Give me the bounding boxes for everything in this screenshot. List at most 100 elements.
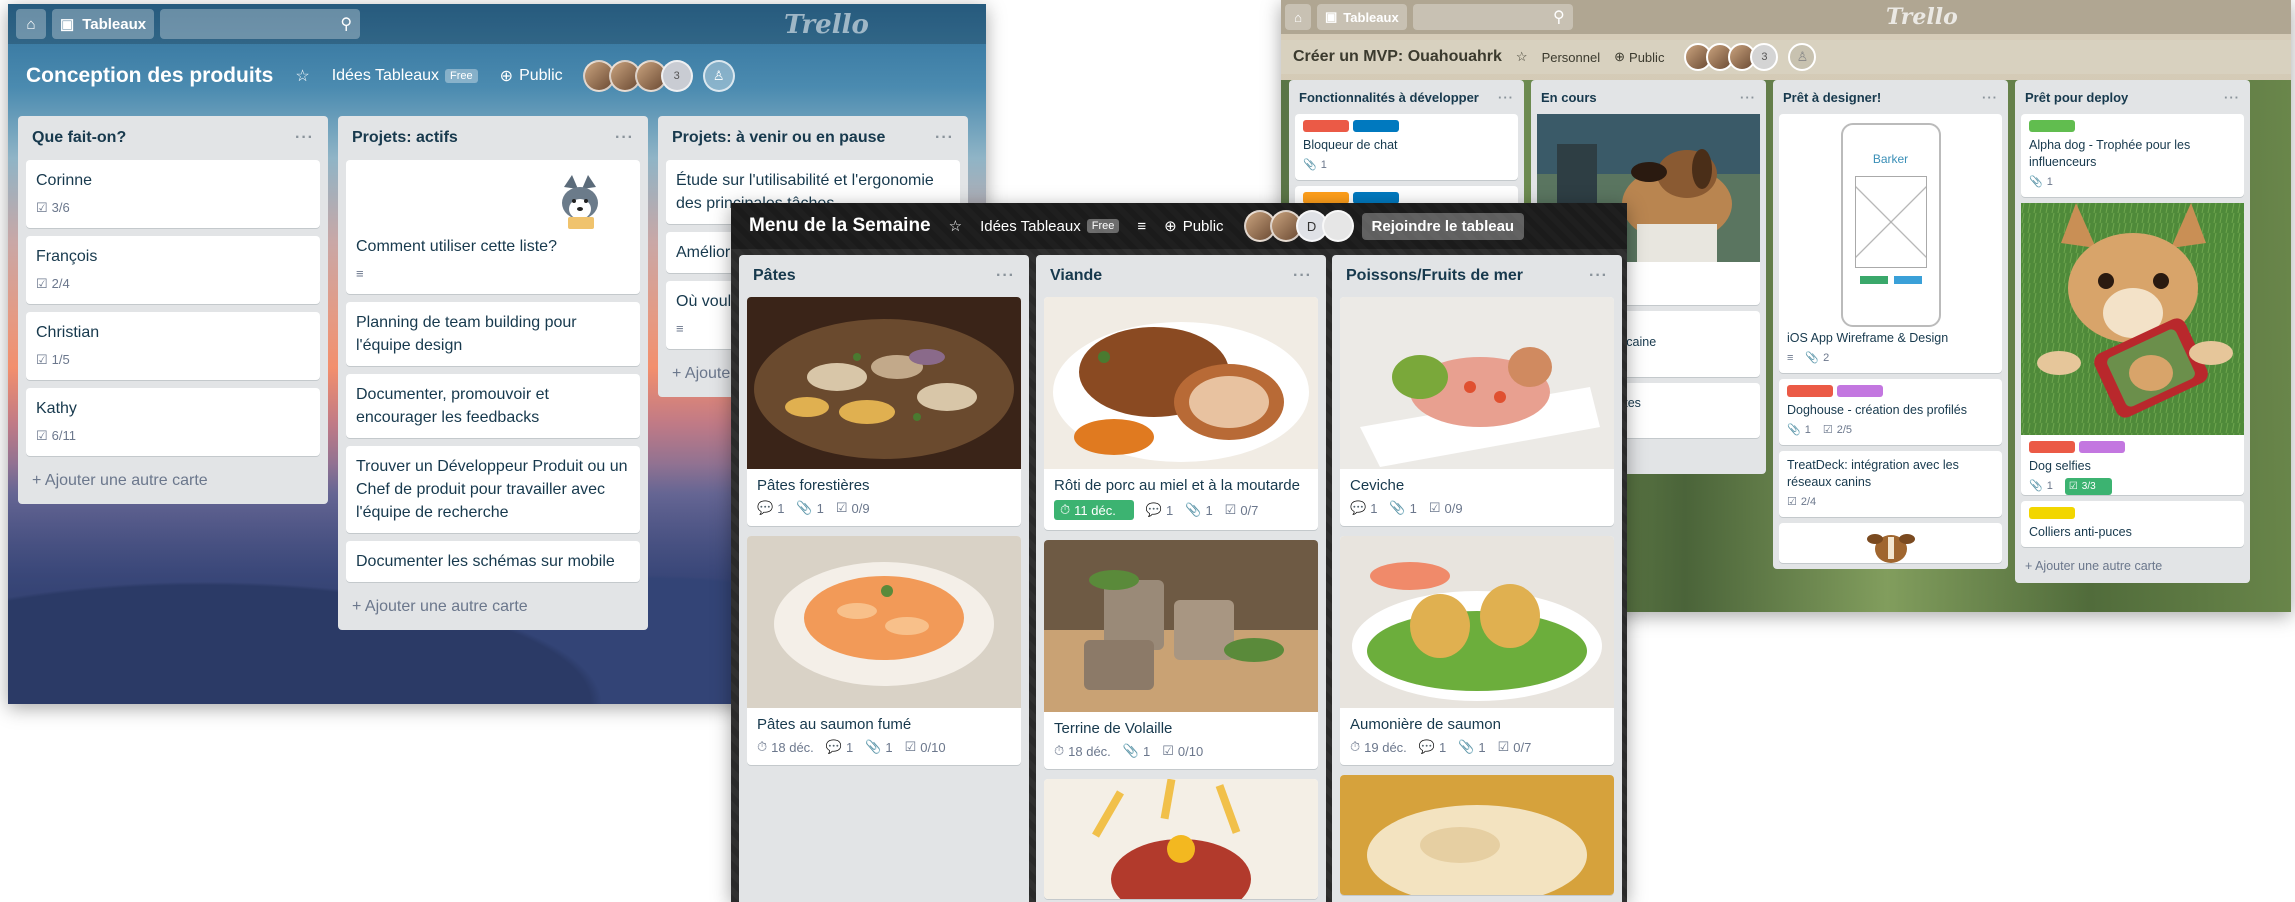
list-title[interactable]: Pâtes: [753, 267, 796, 285]
search-input[interactable]: ⚲: [160, 9, 361, 39]
team-button[interactable]: Idées Tableaux Free: [332, 67, 478, 85]
more-icon[interactable]: ···: [1589, 267, 1608, 285]
more-icon[interactable]: ···: [295, 129, 314, 147]
card[interactable]: Terrine de Volaille ⏱ 18 déc. 📎 1 ☑ 0/10: [1044, 540, 1318, 769]
more-icon[interactable]: ···: [1982, 90, 1998, 105]
list-title[interactable]: Viande: [1050, 267, 1102, 285]
card[interactable]: Documenter, promouvoir et encourager les…: [346, 374, 640, 438]
list-title[interactable]: Projets: actifs: [352, 129, 458, 147]
search-icon[interactable]: ⚲: [1553, 7, 1565, 27]
card[interactable]: Planning de team building pour l'équipe …: [346, 302, 640, 366]
card-title: Terrine de Volaille: [1054, 720, 1173, 737]
card-title: Kathy: [36, 400, 77, 417]
attachment-icon: 📎: [865, 739, 882, 754]
card[interactable]: Comment utiliser cette liste? ≡: [346, 160, 640, 294]
visibility-button[interactable]: ⊕ Public: [1614, 49, 1664, 65]
more-icon[interactable]: ···: [935, 129, 954, 147]
attachment-icon: 📎: [2029, 480, 2043, 492]
attachment-icon: 📎: [1389, 500, 1406, 515]
list-title[interactable]: Projets: à venir ou en pause: [672, 129, 885, 147]
card[interactable]: Bloqueur de chat 📎 1: [1295, 114, 1518, 180]
home-icon[interactable]: ⌂: [16, 9, 46, 39]
card[interactable]: Rôti de porc au miel et à la moutarde ⏱ 1…: [1044, 297, 1318, 530]
comment-count: 1: [1166, 502, 1174, 518]
boards-button[interactable]: ▣ Tableaux: [52, 9, 155, 39]
card[interactable]: [1044, 779, 1318, 899]
more-icon[interactable]: ···: [1498, 90, 1514, 105]
card[interactable]: Alpha dog - Trophée pour les influenceur…: [2021, 114, 2244, 197]
menu-icon[interactable]: ≡: [1137, 218, 1146, 235]
avatar[interactable]: [1321, 210, 1354, 242]
add-member-icon[interactable]: ♙: [702, 60, 735, 92]
list-title[interactable]: Que fait-on?: [32, 129, 126, 147]
card[interactable]: Aumonière de saumon ⏱ 19 déc. 💬 1 📎 1 ☑ 0/7: [1340, 536, 1614, 765]
checklist-complete-badge: ☑ 3/3: [2064, 478, 2112, 495]
more-icon[interactable]: ···: [1740, 90, 1756, 105]
member-avatars: 3 ♙: [582, 60, 735, 92]
member-count-badge[interactable]: 3: [660, 60, 693, 92]
attachment-icon: 📎: [1122, 743, 1139, 758]
card[interactable]: Doghouse - création des profilés 📎 1 ☑ 2/5: [1779, 379, 2002, 445]
board-title[interactable]: Conception des produits: [26, 64, 273, 88]
boards-button[interactable]: ▣ Tableaux: [1317, 4, 1407, 30]
card[interactable]: [1779, 523, 2002, 563]
join-board-button[interactable]: Rejoindre le tableau: [1361, 212, 1525, 240]
card[interactable]: Corinne ☑ 3/6: [26, 160, 320, 228]
checklist-count: 0/10: [920, 739, 946, 755]
list-title[interactable]: En cours: [1541, 90, 1597, 105]
card[interactable]: Pâtes forestières 💬 1 📎 1 ☑ 0/9: [747, 297, 1021, 526]
board-title[interactable]: Créer un MVP: Ouahouahrk: [1293, 48, 1502, 66]
card[interactable]: François ☑ 2/4: [26, 236, 320, 304]
checklist-icon: ☑: [2068, 481, 2078, 492]
card[interactable]: Dog selfies 📎 1 ☑ 3/3: [2021, 203, 2244, 495]
card[interactable]: Ceviche 💬 1 📎 1 ☑ 0/9: [1340, 297, 1614, 526]
visibility-button[interactable]: ⊕ Public: [1164, 217, 1223, 236]
list-title[interactable]: Fonctionnalités à développer: [1299, 90, 1479, 105]
card[interactable]: Documenter les schémas sur mobile: [346, 541, 640, 582]
personal-button[interactable]: Personnel: [1542, 50, 1601, 65]
clock-icon: ⏱: [1350, 739, 1361, 754]
more-icon[interactable]: ···: [2224, 90, 2240, 105]
label-purple: [2079, 441, 2125, 453]
card[interactable]: TreatDeck: intégration avec les réseaux …: [1779, 451, 2002, 517]
card[interactable]: Christian ☑ 1/5: [26, 312, 320, 380]
add-card-button[interactable]: + Ajouter une autre carte: [2015, 553, 2250, 583]
visibility-button[interactable]: ⊕ Public: [500, 66, 563, 86]
comment-count: 1: [777, 500, 785, 516]
checklist-icon: ☑: [1224, 502, 1237, 517]
search-input[interactable]: ⚲: [1412, 4, 1573, 30]
team-button[interactable]: Idées Tableaux Free: [980, 218, 1120, 235]
attachment-icon: 📎: [1805, 352, 1820, 364]
list-title[interactable]: Poissons/Fruits de mer: [1346, 267, 1523, 285]
more-icon[interactable]: ···: [1293, 267, 1312, 285]
board-title[interactable]: Menu de la Semaine: [749, 215, 931, 237]
card[interactable]: Colliers anti-puces: [2021, 501, 2244, 547]
card[interactable]: [1340, 775, 1614, 895]
card[interactable]: Trouver un Développeur Produit ou un Che…: [346, 446, 640, 533]
card-title: Trouver un Développeur Produit ou un Che…: [356, 458, 628, 521]
list-title[interactable]: Prêt à designer!: [1783, 90, 1881, 105]
card[interactable]: Pâtes au saumon fumé ⏱ 18 déc. 💬 1 📎 1 ☑ 0/1…: [747, 536, 1021, 765]
star-icon[interactable]: ☆: [1516, 49, 1528, 65]
visibility-label: Public: [519, 67, 563, 84]
home-icon[interactable]: ⌂: [1285, 4, 1311, 30]
star-icon[interactable]: ☆: [949, 217, 962, 235]
card[interactable]: Kathy ☑ 6/11: [26, 388, 320, 456]
clock-icon: ⏱: [1060, 502, 1071, 517]
board-header: Menu de la Semaine ☆ Idées Tableaux Free…: [731, 203, 1627, 249]
card[interactable]: Barker iOS App Wireframe & Design ≡ 📎 2: [1779, 114, 2002, 373]
member-count-badge[interactable]: 3: [1750, 43, 1779, 71]
add-card-button[interactable]: + Ajouter une autre carte: [338, 590, 648, 630]
add-card-button[interactable]: + Ajouter une autre carte: [18, 464, 328, 504]
add-member-icon[interactable]: ♙: [1788, 43, 1817, 71]
list-title[interactable]: Prêt pour deploy: [2025, 90, 2128, 105]
card-cover: [356, 169, 630, 235]
more-icon[interactable]: ···: [996, 267, 1015, 285]
star-icon[interactable]: ☆: [295, 66, 309, 86]
image-placeholder: [1854, 176, 1927, 268]
search-icon[interactable]: ⚲: [340, 14, 352, 34]
checklist-count: 0/10: [1177, 743, 1204, 759]
due-date-badge[interactable]: ⏱ 11 déc.: [1054, 500, 1134, 520]
attachment-icon: 📎: [2029, 176, 2043, 188]
more-icon[interactable]: ···: [615, 129, 634, 147]
